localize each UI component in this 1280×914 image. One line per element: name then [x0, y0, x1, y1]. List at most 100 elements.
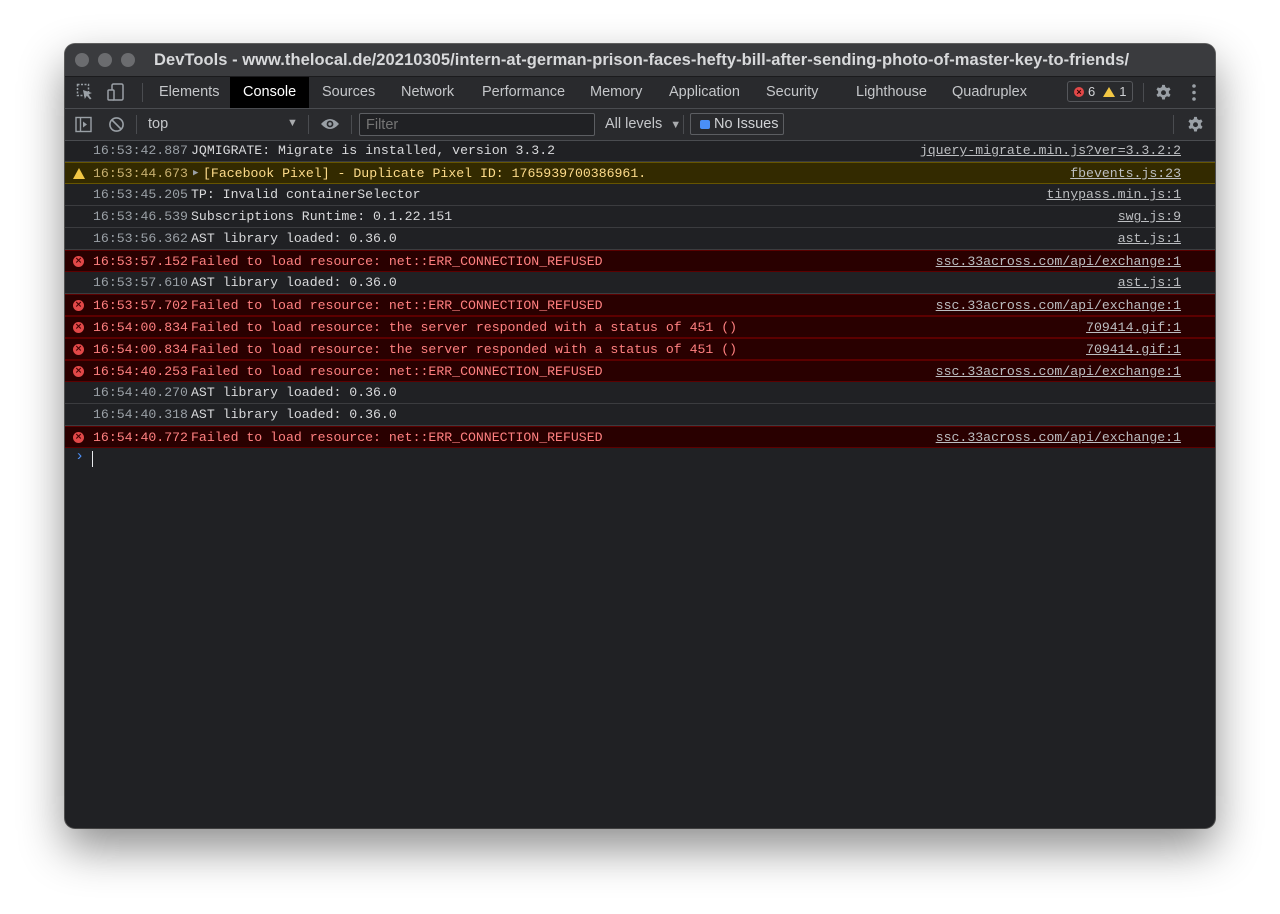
- issues-counter-badge[interactable]: × 6 1: [1067, 81, 1133, 102]
- divider: [1173, 115, 1174, 134]
- console-message: 16:54:40.318 AST library loaded: 0.36.0: [65, 404, 1215, 426]
- log-levels-label: All levels: [605, 116, 663, 132]
- filter-input[interactable]: [359, 113, 595, 136]
- timestamp: 16:54:00.834: [93, 320, 188, 335]
- timestamp: 16:53:44.673: [93, 166, 188, 181]
- message-text: Failed to load resource: the server resp…: [191, 320, 738, 335]
- message-text: AST library loaded: 0.36.0: [191, 407, 397, 422]
- warning-icon: [73, 168, 85, 179]
- issues-label: No Issues: [714, 116, 779, 132]
- tab-lighthouse[interactable]: Lighthouse: [856, 77, 927, 108]
- source-link[interactable]: fbevents.js:23: [1070, 163, 1181, 184]
- source-link[interactable]: ssc.33across.com/api/exchange:1: [936, 361, 1181, 382]
- tab-sources[interactable]: Sources: [322, 77, 375, 108]
- context-selector[interactable]: top: [148, 116, 168, 132]
- message-text: Failed to load resource: the server resp…: [191, 342, 738, 357]
- zoom-window-button[interactable]: [121, 53, 135, 67]
- source-link[interactable]: ssc.33across.com/api/exchange:1: [936, 427, 1181, 448]
- source-link[interactable]: ssc.33across.com/api/exchange:1: [936, 251, 1181, 272]
- timestamp: 16:53:57.152: [93, 254, 188, 269]
- tab-console[interactable]: Console: [230, 77, 310, 108]
- timestamp: 16:53:56.362: [93, 231, 188, 246]
- warning-count-icon: [1103, 86, 1116, 97]
- error-icon: ×: [73, 256, 84, 267]
- show-sidebar-icon[interactable]: [75, 116, 92, 137]
- divider: [683, 115, 684, 134]
- message-text: JQMIGRATE: Migrate is installed, version…: [191, 143, 556, 158]
- divider: [351, 115, 352, 134]
- message-icon: [700, 119, 710, 129]
- issues-button[interactable]: No Issues: [690, 113, 784, 135]
- minimize-window-button[interactable]: [98, 53, 112, 67]
- error-icon: ×: [73, 366, 84, 377]
- console-message: 16:53:44.673 ▶ [Facebook Pixel] - Duplic…: [65, 162, 1215, 184]
- error-icon: ×: [73, 344, 84, 355]
- console-message: × 16:54:40.253 Failed to load resource: …: [65, 360, 1215, 382]
- console-toolbar: top ▼ All levels ▼ No Issues: [65, 109, 1215, 141]
- source-link[interactable]: ssc.33across.com/api/exchange:1: [936, 295, 1181, 316]
- divider: [308, 115, 309, 134]
- error-icon: ×: [73, 322, 84, 333]
- console-prompt[interactable]: ›: [65, 448, 1215, 470]
- text-caret: [92, 451, 93, 467]
- error-count-icon: ×: [1074, 86, 1084, 97]
- console-message: × 16:54:00.834 Failed to load resource: …: [65, 316, 1215, 338]
- timestamp: 16:53:57.702: [93, 298, 188, 313]
- close-window-button[interactable]: [75, 53, 89, 67]
- tab-network[interactable]: Network: [401, 77, 454, 108]
- log-levels-dropdown[interactable]: All levels ▼: [605, 116, 681, 132]
- inspect-element-icon[interactable]: [76, 83, 94, 105]
- console-message: × 16:54:40.772 Failed to load resource: …: [65, 426, 1215, 448]
- panel-tab-bar: Elements Console Sources Network Perform…: [65, 77, 1215, 109]
- source-link[interactable]: ast.js:1: [1118, 228, 1181, 249]
- eye-icon[interactable]: [320, 117, 340, 135]
- tab-quadruplex[interactable]: Quadruplex: [952, 77, 1027, 108]
- message-text: Failed to load resource: net::ERR_CONNEC…: [191, 298, 603, 313]
- window-title: DevTools - www.thelocal.de/20210305/inte…: [154, 51, 1130, 69]
- source-link[interactable]: 709414.gif:1: [1086, 317, 1181, 338]
- source-link[interactable]: swg.js:9: [1118, 206, 1181, 227]
- more-options-icon[interactable]: [1191, 83, 1197, 106]
- source-link[interactable]: ast.js:1: [1118, 272, 1181, 293]
- console-message: × 16:54:00.834 Failed to load resource: …: [65, 338, 1215, 360]
- clear-console-icon[interactable]: [108, 116, 125, 137]
- error-icon: ×: [73, 300, 84, 311]
- error-icon: ×: [73, 432, 84, 443]
- timestamp: 16:53:57.610: [93, 275, 188, 290]
- title-bar: DevTools - www.thelocal.de/20210305/inte…: [65, 44, 1215, 77]
- source-link[interactable]: 709414.gif:1: [1086, 339, 1181, 360]
- source-link[interactable]: tinypass.min.js:1: [1046, 184, 1181, 205]
- console-message: 16:54:40.270 AST library loaded: 0.36.0: [65, 382, 1215, 404]
- console-messages: 16:53:42.887 JQMIGRATE: Migrate is insta…: [65, 140, 1215, 470]
- console-message: × 16:53:57.152 Failed to load resource: …: [65, 250, 1215, 272]
- tab-performance[interactable]: Performance: [482, 77, 565, 108]
- timestamp: 16:54:40.253: [93, 364, 188, 379]
- message-text: AST library loaded: 0.36.0: [191, 275, 397, 290]
- chevron-down-icon[interactable]: ▼: [287, 117, 298, 129]
- console-settings-gear-icon[interactable]: [1186, 115, 1205, 138]
- error-count: 6: [1088, 84, 1096, 99]
- prompt-chevron-icon: ›: [75, 448, 85, 465]
- source-link[interactable]: jquery-migrate.min.js?ver=3.3.2:2: [920, 140, 1181, 161]
- tab-memory[interactable]: Memory: [590, 77, 642, 108]
- tab-application[interactable]: Application: [669, 77, 740, 108]
- timestamp: 16:53:42.887: [93, 143, 188, 158]
- message-text: Failed to load resource: net::ERR_CONNEC…: [191, 254, 603, 269]
- console-message: 16:53:45.205 TP: Invalid containerSelect…: [65, 184, 1215, 206]
- message-text: AST library loaded: 0.36.0: [191, 385, 397, 400]
- timestamp: 16:54:00.834: [93, 342, 188, 357]
- divider: [136, 115, 137, 134]
- message-text: Failed to load resource: net::ERR_CONNEC…: [191, 364, 603, 379]
- divider: [1143, 83, 1144, 102]
- chevron-down-icon: ▼: [670, 119, 682, 131]
- settings-gear-icon[interactable]: [1154, 83, 1173, 106]
- expand-triangle-icon[interactable]: ▶: [193, 163, 198, 184]
- console-message: × 16:53:57.702 Failed to load resource: …: [65, 294, 1215, 316]
- tab-elements[interactable]: Elements: [159, 77, 219, 108]
- console-message: 16:53:57.610 AST library loaded: 0.36.0 …: [65, 272, 1215, 294]
- device-toolbar-icon[interactable]: [107, 83, 125, 105]
- console-message: 16:53:46.539 Subscriptions Runtime: 0.1.…: [65, 206, 1215, 228]
- tab-security[interactable]: Security: [766, 77, 818, 108]
- console-message: 16:53:56.362 AST library loaded: 0.36.0 …: [65, 228, 1215, 250]
- timestamp: 16:53:46.539: [93, 209, 188, 224]
